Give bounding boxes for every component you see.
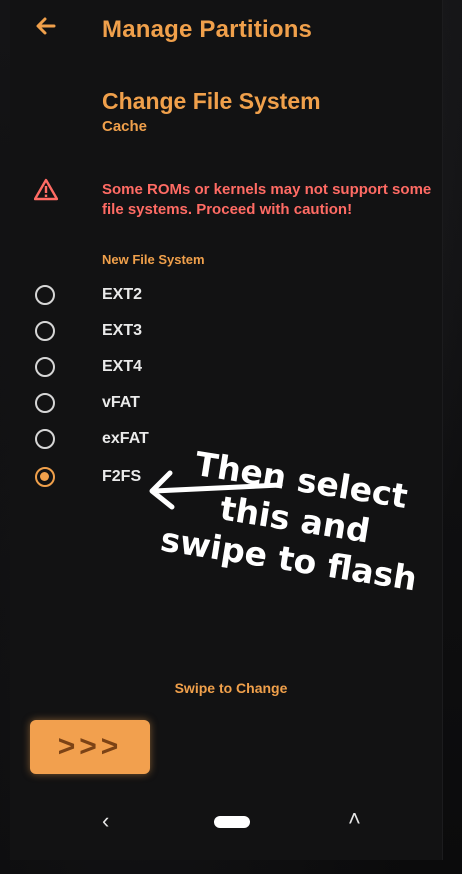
section-title: Change File System	[102, 88, 321, 114]
option-label: EXT4	[102, 358, 143, 375]
page-title: Manage Partitions	[102, 16, 313, 43]
option-label: EXT2	[102, 286, 143, 303]
radio-button[interactable]	[35, 393, 55, 413]
radio-button[interactable]	[35, 285, 55, 305]
option-vfat[interactable]: vFAT	[30, 390, 230, 420]
back-arrow-icon[interactable]	[34, 14, 58, 38]
nav-home-button[interactable]	[214, 816, 250, 828]
option-label: exFAT	[102, 430, 149, 447]
radio-button-selected[interactable]	[35, 467, 55, 487]
filesystem-section-label: New File System	[102, 252, 205, 267]
option-label: EXT3	[102, 322, 143, 339]
swipe-chevrons: >>>	[57, 730, 123, 763]
option-label: vFAT	[102, 394, 140, 411]
swipe-to-change-button[interactable]: >>>	[30, 720, 150, 774]
radio-button[interactable]	[35, 357, 55, 377]
radio-button[interactable]	[35, 429, 55, 449]
partition-name: Cache	[102, 118, 148, 135]
option-ext2[interactable]: EXT2	[30, 282, 230, 312]
option-ext3[interactable]: EXT3	[30, 318, 230, 348]
option-label: F2FS	[102, 468, 142, 485]
radio-button[interactable]	[35, 321, 55, 341]
warning-triangle-icon	[34, 178, 58, 201]
nav-recent-button[interactable]: ˄	[348, 806, 361, 832]
option-ext4[interactable]: EXT4	[30, 354, 230, 384]
warning-message: Some ROMs or kernels may not support som…	[102, 181, 432, 218]
nav-back-button[interactable]: ‹	[102, 808, 109, 834]
swipe-label: Swipe to Change	[174, 680, 288, 696]
